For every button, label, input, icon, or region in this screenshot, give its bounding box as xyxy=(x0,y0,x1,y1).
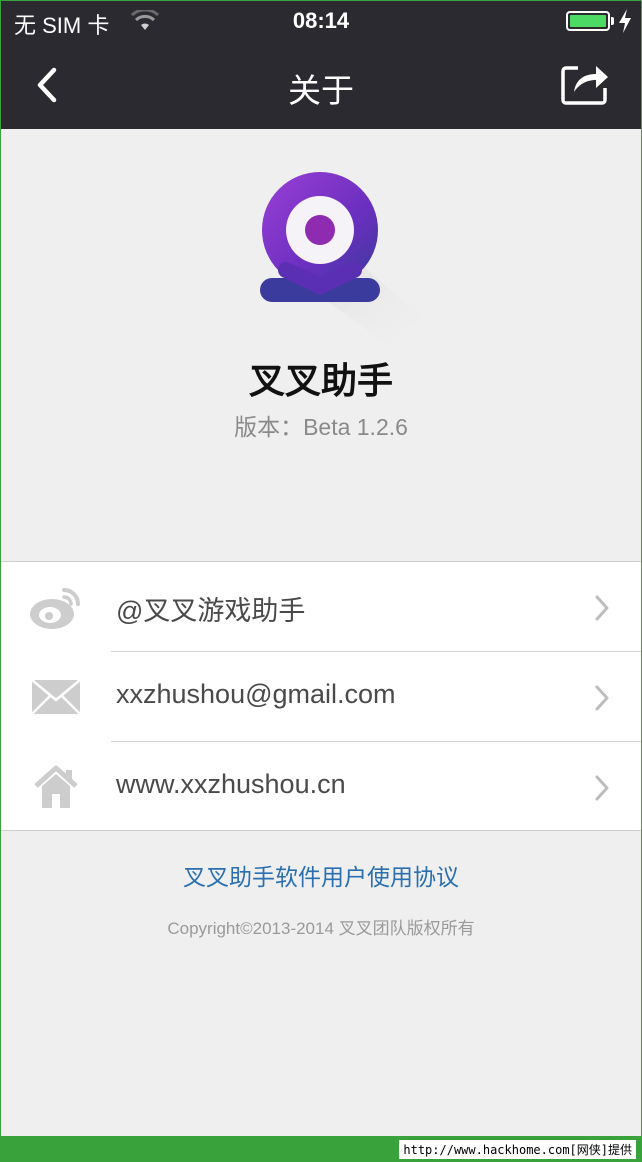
chevron-right-icon xyxy=(595,775,609,801)
chevron-right-icon xyxy=(595,595,609,621)
list-item-weibo[interactable]: @叉叉游戏助手 xyxy=(0,562,642,652)
top-bar: 无 SIM 卡 08:14 关于 xyxy=(0,0,642,129)
list-item-website[interactable]: www.xxzhushou.cn xyxy=(0,742,642,832)
list-item-email[interactable]: xxzhushou@gmail.com xyxy=(0,652,642,742)
battery-icon xyxy=(566,11,610,31)
battery-level xyxy=(570,15,606,27)
status-bar: 无 SIM 卡 08:14 xyxy=(0,0,642,40)
list-item-label: @叉叉游戏助手 xyxy=(116,596,306,626)
bottom-strip: http://www.hackhome.com[网侠]提供 xyxy=(0,1136,642,1162)
watermark-text: http://www.hackhome.com[网侠]提供 xyxy=(399,1140,636,1159)
list-item-label: www.xxzhushou.cn xyxy=(116,769,346,799)
weibo-icon xyxy=(30,588,80,629)
status-time: 08:14 xyxy=(292,8,350,33)
charging-bolt-icon xyxy=(619,9,631,33)
contact-list: @叉叉游戏助手 xxzhushou@gmail.com www.xxzhusho… xyxy=(0,561,642,831)
list-item-label: xxzhushou@gmail.com xyxy=(116,679,396,709)
copyright-text: Copyright©2013-2014 叉叉团队版权所有 xyxy=(167,919,475,938)
battery-tip xyxy=(611,17,614,25)
app-logo xyxy=(260,172,422,344)
share-button[interactable] xyxy=(558,58,612,108)
home-icon xyxy=(34,765,78,808)
page-title: 关于 xyxy=(288,72,354,109)
app-version: 版本：Beta 1.2.6 xyxy=(234,414,408,440)
chevron-right-icon xyxy=(595,685,609,711)
app-name: 叉叉助手 xyxy=(248,360,393,401)
mail-icon xyxy=(31,679,81,715)
user-agreement-link[interactable]: 叉叉助手软件用户使用协议 xyxy=(0,858,642,892)
